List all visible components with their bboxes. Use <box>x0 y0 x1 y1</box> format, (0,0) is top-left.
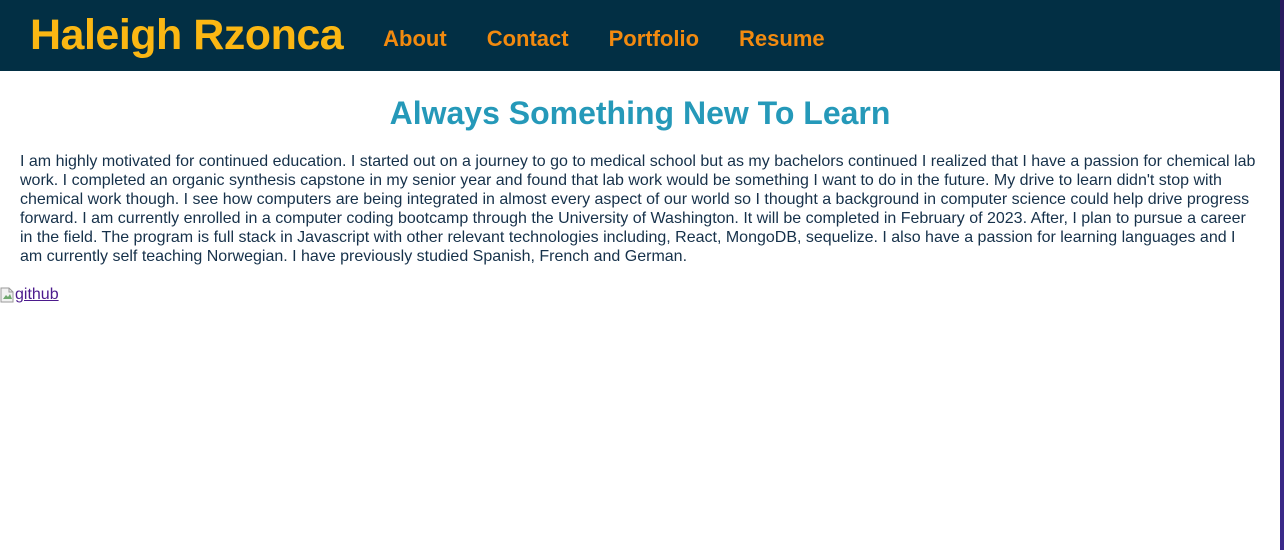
github-link[interactable]: github <box>0 286 59 304</box>
main-content: Always Something New To Learn I am highl… <box>0 71 1280 303</box>
nav-links: About Contact Portfolio Resume <box>373 20 854 52</box>
navbar: Haleigh Rzonca About Contact Portfolio R… <box>0 0 1280 71</box>
brand-name: Haleigh Rzonca <box>30 11 344 59</box>
page: Haleigh Rzonca About Contact Portfolio R… <box>0 0 1284 550</box>
page-title: Always Something New To Learn <box>389 95 891 131</box>
github-alt-text: github <box>15 286 59 303</box>
nav-link-contact[interactable]: Contact <box>487 26 569 52</box>
nav-link-portfolio[interactable]: Portfolio <box>609 26 699 52</box>
nav-link-about[interactable]: About <box>383 26 447 52</box>
nav-link-resume[interactable]: Resume <box>739 26 825 52</box>
window-edge <box>1280 0 1284 550</box>
bio-paragraph: I am highly motivated for continued educ… <box>20 153 1256 265</box>
broken-image-icon <box>0 287 14 303</box>
